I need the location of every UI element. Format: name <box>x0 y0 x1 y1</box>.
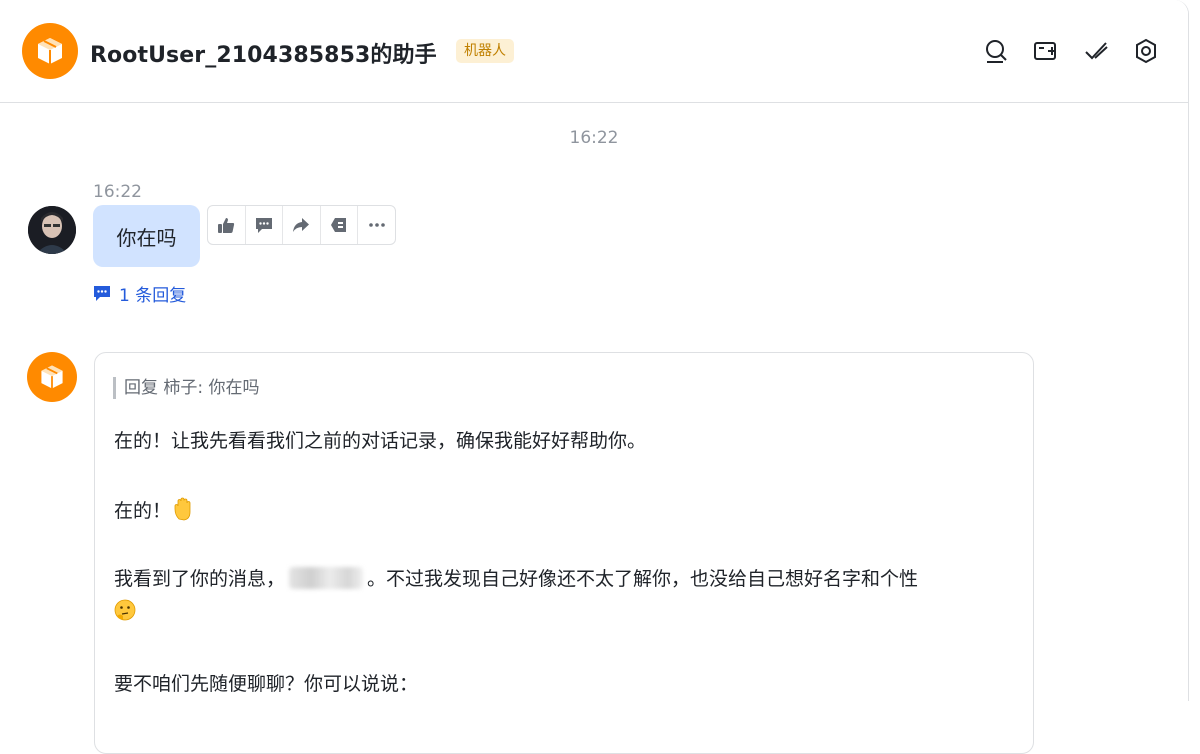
user-avatar[interactable] <box>28 206 76 254</box>
chat-window: RootUser_2104385853的助手 机器人 16:22 16:22 你… <box>0 0 1189 754</box>
message-line-redacted: 我看到了你的消息， 。不过我发现自己好像还不太了解你，也没给自己想好名字和个性 <box>114 566 918 592</box>
redacted-text <box>289 567 364 589</box>
chat-title: RootUser_2104385853的助手 <box>90 43 437 68</box>
add-chat-icon[interactable] <box>1033 38 1059 64</box>
user-message-bubble[interactable]: 你在吗 <box>93 205 200 267</box>
thread-replies-link[interactable]: 1 条回复 <box>93 282 187 306</box>
mark-done-icon[interactable] <box>1083 38 1109 64</box>
message-line: 在的！让我先看看我们之前的对话记录，确保我能好好帮助你。 <box>114 430 647 452</box>
reply-bubble-icon <box>94 286 110 301</box>
forward-icon[interactable] <box>283 206 321 244</box>
pin-icon[interactable] <box>321 206 359 244</box>
bot-badge: 机器人 <box>456 39 514 63</box>
reply-count-label: 1 条回复 <box>119 285 187 306</box>
message-text: 。不过我发现自己好像还不太了解你，也没给自己想好名字和个性 <box>367 568 919 590</box>
message-text: 在的！ <box>114 500 172 522</box>
search-icon[interactable] <box>983 38 1009 64</box>
time-divider: 16:22 <box>569 128 619 148</box>
message-text: 我看到了你的消息， <box>114 568 286 590</box>
comment-icon[interactable] <box>246 206 284 244</box>
bot-message-card[interactable]: 回复 柿子: 你在吗 在的！让我先看看我们之前的对话记录，确保我能好好帮助你。 … <box>94 352 1034 754</box>
message-time: 16:22 <box>93 182 142 202</box>
thinking-emoji <box>114 599 136 628</box>
message-line-with-emoji: 在的！ <box>114 497 195 524</box>
message-actions-toolbar <box>207 205 396 245</box>
message-line: 要不咱们先随便聊聊？你可以说说： <box>114 673 419 695</box>
reply-quote: 回复 柿子: 你在吗 <box>113 377 260 399</box>
thumbs-up-icon[interactable] <box>208 206 246 244</box>
box-icon <box>41 365 63 389</box>
chat-header: RootUser_2104385853的助手 机器人 <box>0 0 1188 103</box>
bot-avatar[interactable] <box>22 23 78 79</box>
more-icon[interactable] <box>358 206 395 244</box>
settings-icon[interactable] <box>1133 38 1159 64</box>
box-icon <box>38 38 62 64</box>
raised-hand-emoji <box>173 497 195 521</box>
bot-message-avatar[interactable] <box>27 352 77 402</box>
